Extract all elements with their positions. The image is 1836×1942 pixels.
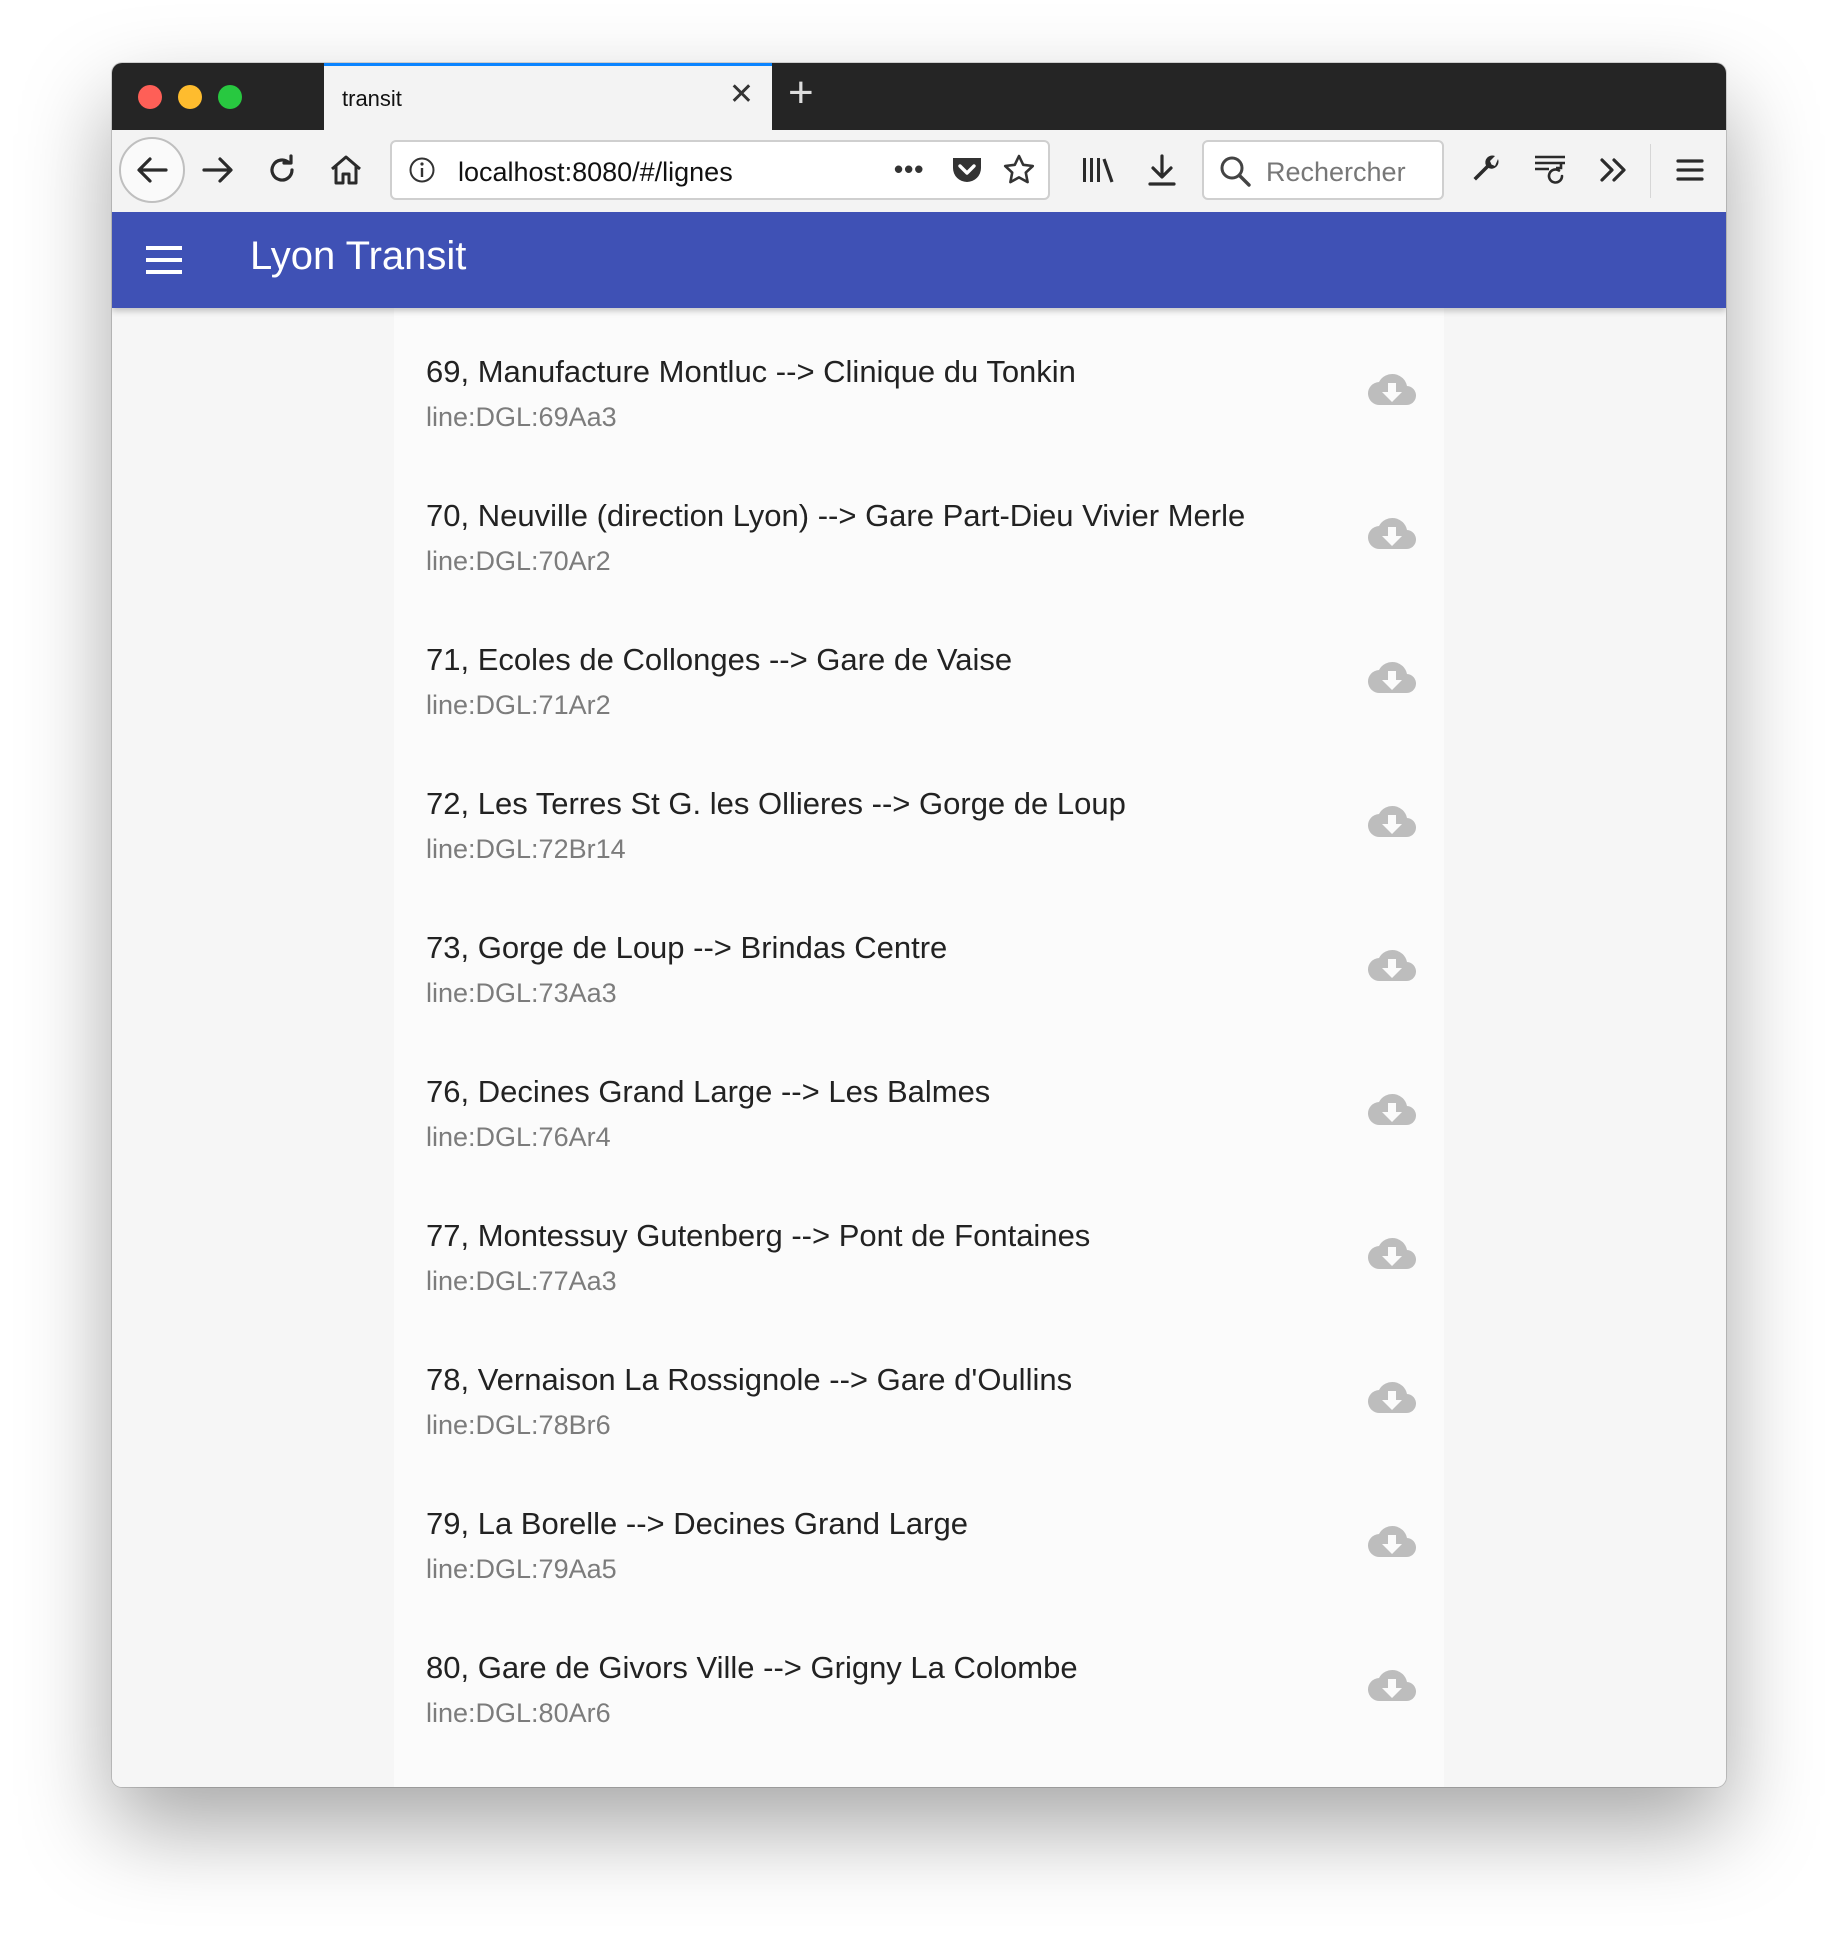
download-icon[interactable] — [1140, 148, 1184, 192]
tab-close-icon[interactable]: ✕ — [729, 80, 754, 110]
list-item[interactable]: 78, Vernaison La Rossignole --> Gare d'O… — [394, 1326, 1444, 1470]
cloud-download-icon[interactable] — [1366, 1234, 1418, 1274]
browser-toolbar: localhost:8080/#/lignes ••• Rechercher — [112, 130, 1726, 213]
cloud-download-icon[interactable] — [1366, 370, 1418, 410]
line-title: 73, Gorge de Loup --> Brindas Centre — [426, 930, 948, 965]
list-item[interactable]: 79, La Borelle --> Decines Grand Large li… — [394, 1470, 1444, 1614]
bookmark-star-icon[interactable] — [1002, 153, 1036, 192]
page-actions-icon[interactable]: ••• — [894, 154, 924, 185]
new-tab-button[interactable]: + — [788, 71, 814, 115]
line-id: line:DGL:80Ar6 — [426, 1698, 611, 1728]
cloud-download-icon[interactable] — [1366, 1378, 1418, 1418]
list-item[interactable]: 77, Montessuy Gutenberg --> Pont de Font… — [394, 1182, 1444, 1326]
forward-arrow-icon[interactable] — [196, 148, 240, 192]
cloud-download-icon[interactable] — [1366, 514, 1418, 554]
toolbar-separator — [1650, 144, 1651, 198]
list-item[interactable]: 80, Gare de Givors Ville --> Grigny La C… — [394, 1614, 1444, 1758]
search-placeholder: Rechercher — [1266, 157, 1406, 187]
line-title: 69, Manufacture Montluc --> Clinique du … — [426, 354, 1076, 389]
tab-title: transit — [342, 86, 402, 111]
info-icon[interactable] — [408, 156, 436, 189]
pocket-icon[interactable] — [950, 154, 984, 191]
list-item[interactable]: 69, Manufacture Montluc --> Clinique du … — [394, 318, 1444, 462]
line-list: 69, Manufacture Montluc --> Clinique du … — [394, 308, 1444, 1787]
line-id: line:DGL:72Br14 — [426, 834, 626, 864]
line-title: 71, Ecoles de Collonges --> Gare de Vais… — [426, 642, 1013, 677]
line-title: 70, Neuville (direction Lyon) --> Gare P… — [426, 498, 1246, 533]
line-id: line:DGL:77Aa3 — [426, 1266, 617, 1296]
cloud-download-icon[interactable] — [1366, 802, 1418, 842]
synced-tabs-icon[interactable] — [1528, 148, 1572, 192]
cloud-download-icon[interactable] — [1366, 1090, 1418, 1130]
hamburger-icon[interactable] — [144, 240, 184, 280]
url-text: localhost:8080/#/lignes — [458, 157, 733, 187]
reload-icon[interactable] — [260, 148, 304, 192]
app-title: Lyon Transit — [250, 234, 467, 278]
cloud-download-icon[interactable] — [1366, 658, 1418, 698]
cloud-download-icon[interactable] — [1366, 946, 1418, 986]
list-item[interactable]: 71, Ecoles de Collonges --> Gare de Vais… — [394, 606, 1444, 750]
list-item[interactable]: 73, Gorge de Loup --> Brindas Centre line… — [394, 894, 1444, 1038]
library-icon[interactable] — [1076, 148, 1120, 192]
line-id: line:DGL:71Ar2 — [426, 690, 611, 720]
zoom-window-button[interactable] — [218, 85, 242, 109]
app-bar: Lyon Transit — [112, 212, 1726, 308]
browser-tab[interactable]: transit ✕ — [324, 63, 772, 130]
url-bar[interactable]: localhost:8080/#/lignes ••• — [390, 140, 1050, 200]
wrench-icon[interactable] — [1464, 148, 1508, 192]
line-id: line:DGL:78Br6 — [426, 1410, 611, 1440]
line-title: 76, Decines Grand Large --> Les Balmes — [426, 1074, 991, 1109]
line-title: 77, Montessuy Gutenberg --> Pont de Font… — [426, 1218, 1091, 1253]
line-id: line:DGL:73Aa3 — [426, 978, 617, 1008]
title-bar: transit ✕ + — [112, 63, 1726, 130]
close-window-button[interactable] — [138, 85, 162, 109]
list-item[interactable]: 72, Les Terres St G. les Ollieres --> Go… — [394, 750, 1444, 894]
minimize-window-button[interactable] — [178, 85, 202, 109]
menu-icon[interactable] — [1668, 148, 1712, 192]
line-title: 80, Gare de Givors Ville --> Grigny La C… — [426, 1650, 1078, 1685]
home-icon[interactable] — [324, 148, 368, 192]
line-id: line:DGL:70Ar2 — [426, 546, 611, 576]
search-input[interactable]: Rechercher — [1202, 140, 1444, 200]
line-id: line:DGL:76Ar4 — [426, 1122, 611, 1152]
line-title: 78, Vernaison La Rossignole --> Gare d'O… — [426, 1362, 1073, 1397]
cloud-download-icon[interactable] — [1366, 1522, 1418, 1562]
back-arrow-icon[interactable] — [119, 137, 185, 203]
overflow-chevrons-icon[interactable] — [1592, 148, 1636, 192]
line-title: 72, Les Terres St G. les Ollieres --> Go… — [426, 786, 1126, 821]
line-id: line:DGL:79Aa5 — [426, 1554, 617, 1584]
search-icon — [1218, 154, 1252, 193]
page-content: Lyon Transit 69, Manufacture Montluc -->… — [112, 212, 1726, 1787]
line-title: 79, La Borelle --> Decines Grand Large — [426, 1506, 968, 1541]
cloud-download-icon[interactable] — [1366, 1666, 1418, 1706]
list-item[interactable]: 70, Neuville (direction Lyon) --> Gare P… — [394, 462, 1444, 606]
browser-window: transit ✕ + localhost:8080/#/lignes ••• — [112, 63, 1726, 1787]
line-id: line:DGL:69Aa3 — [426, 402, 617, 432]
list-item[interactable]: 76, Decines Grand Large --> Les Balmes li… — [394, 1038, 1444, 1182]
